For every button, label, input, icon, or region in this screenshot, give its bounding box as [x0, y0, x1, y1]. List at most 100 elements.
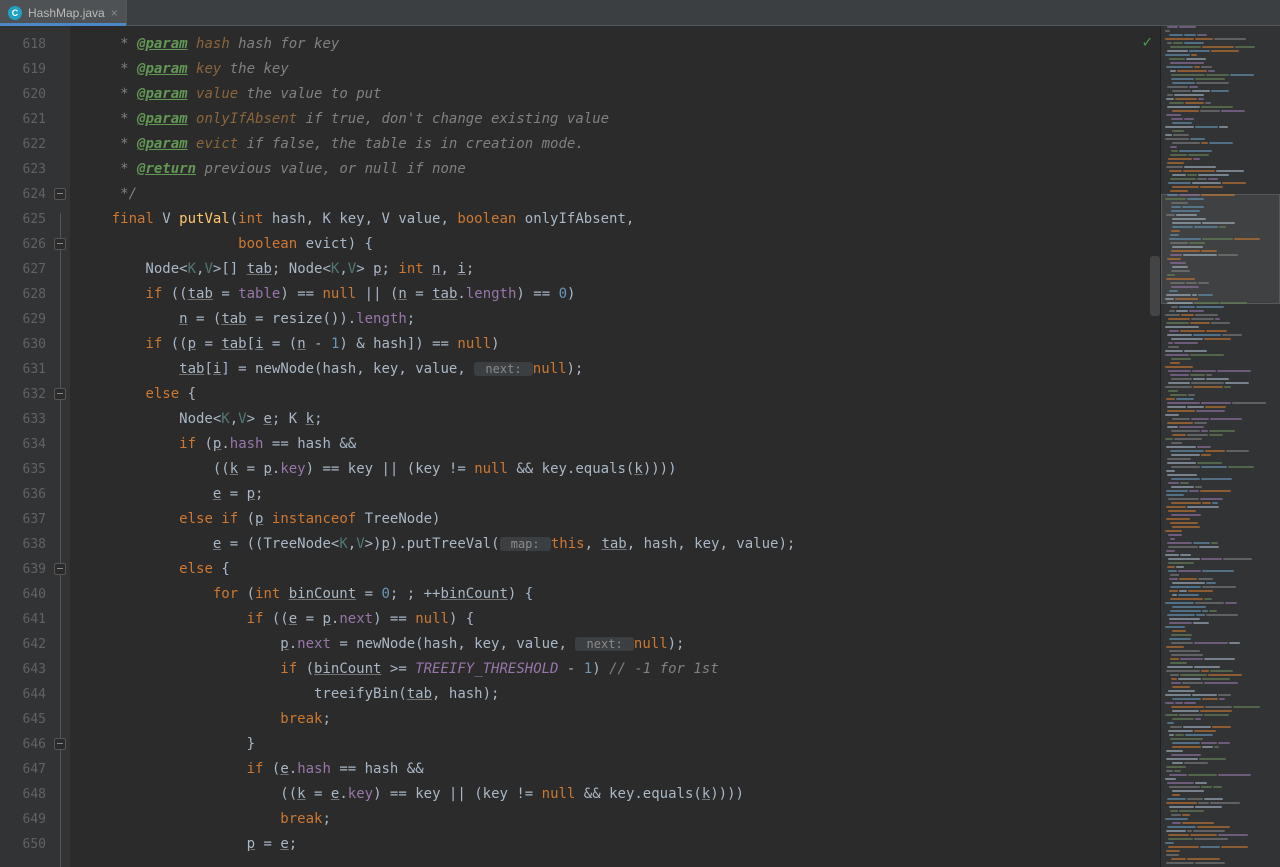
line-number: 641 — [0, 607, 46, 632]
minimap-line — [1163, 122, 1278, 125]
minimap-line — [1163, 142, 1278, 145]
fold-toggle-icon[interactable] — [54, 238, 66, 250]
fold-toggle-icon[interactable] — [54, 388, 66, 400]
code-line[interactable]: for (int binCount = 0; ; ++binCount) { — [78, 582, 1160, 607]
minimap-line — [1163, 730, 1278, 733]
minimap-line — [1163, 458, 1278, 461]
code-line[interactable]: ((k = e.key) == key || (key != null && k… — [78, 782, 1160, 807]
line-number: 637 — [0, 507, 46, 532]
code-line[interactable]: * @param value the value to put — [78, 82, 1160, 107]
line-number: 648 — [0, 782, 46, 807]
code-line[interactable]: if ((tab = table) == null || (n = tab.le… — [78, 282, 1160, 307]
code-line[interactable]: treeifyBin(tab, hash); — [78, 682, 1160, 707]
code-line[interactable]: if (p.hash == hash && — [78, 432, 1160, 457]
minimap-line — [1163, 386, 1278, 389]
code-line[interactable]: boolean evict) { — [78, 232, 1160, 257]
minimap-line — [1163, 394, 1278, 397]
minimap-line — [1163, 558, 1278, 561]
code-line[interactable]: p = e; — [78, 832, 1160, 857]
code-line[interactable]: else if (p instanceof TreeNode) — [78, 507, 1160, 532]
code-line[interactable]: break; — [78, 807, 1160, 832]
minimap-line — [1163, 762, 1278, 765]
minimap-line — [1163, 606, 1278, 609]
code-line[interactable]: * @return previous value, or null if non… — [78, 157, 1160, 182]
code-line[interactable]: if (e.hash == hash && — [78, 757, 1160, 782]
code-line[interactable]: } — [78, 732, 1160, 757]
minimap-line — [1163, 490, 1278, 493]
fold-toggle-icon[interactable] — [54, 563, 66, 575]
minimap-line — [1163, 562, 1278, 565]
code-line[interactable]: if ((e = p.next) == null) { — [78, 607, 1160, 632]
code-line[interactable]: p.next = newNode(hash, key, value, next:… — [78, 632, 1160, 657]
minimap-line — [1163, 750, 1278, 753]
minimap-line — [1163, 582, 1278, 585]
vertical-scrollbar-thumb[interactable] — [1150, 256, 1160, 316]
line-number: 638 — [0, 532, 46, 557]
code-line[interactable]: * @param onlyIfAbsent if true, don't cha… — [78, 107, 1160, 132]
minimap-line — [1163, 130, 1278, 133]
minimap-line — [1163, 854, 1278, 857]
line-number: 625 — [0, 207, 46, 232]
minimap-line — [1163, 166, 1278, 169]
minimap-line — [1163, 118, 1278, 121]
fold-toggle-icon[interactable] — [54, 738, 66, 750]
minimap-line — [1163, 586, 1278, 589]
editor-tab-hashmap[interactable]: C HashMap.java × — [0, 0, 127, 25]
code-line[interactable]: Node<K,V> e; K k; — [78, 407, 1160, 432]
minimap-line — [1163, 322, 1278, 325]
minimap-line — [1163, 846, 1278, 849]
code-line[interactable]: e = p; — [78, 482, 1160, 507]
minimap-line — [1163, 450, 1278, 453]
code-line[interactable]: final V putVal(int hash, K key, V value,… — [78, 207, 1160, 232]
minimap-line — [1163, 838, 1278, 841]
minimap-line — [1163, 554, 1278, 557]
code-line[interactable]: * @param key the key — [78, 57, 1160, 82]
code-line[interactable]: if (binCount >= TREEIFY_THRESHOLD - 1) /… — [78, 657, 1160, 682]
line-number: 630 — [0, 332, 46, 357]
code-line[interactable]: ((k = p.key) == key || (key != null && k… — [78, 457, 1160, 482]
minimap-line — [1163, 618, 1278, 621]
code-line[interactable]: n = (tab = resize()).length; — [78, 307, 1160, 332]
fold-gutter[interactable] — [52, 26, 70, 867]
minimap-line — [1163, 578, 1278, 581]
line-number: 627 — [0, 257, 46, 282]
minimap-line — [1163, 378, 1278, 381]
fold-toggle-icon[interactable] — [54, 188, 66, 200]
analysis-ok-check-icon[interactable]: ✓ — [1142, 32, 1152, 51]
editor-area[interactable]: 6186196206216226236246256266276286296306… — [0, 26, 1280, 867]
close-icon[interactable]: × — [111, 7, 118, 19]
minimap-line — [1163, 798, 1278, 801]
code-line[interactable]: * @param evict if false, the table is in… — [78, 132, 1160, 157]
minimap-line — [1163, 510, 1278, 513]
minimap-line — [1163, 470, 1278, 473]
minimap-line — [1163, 34, 1278, 37]
line-number: 639 — [0, 557, 46, 582]
line-number: 644 — [0, 682, 46, 707]
code-line[interactable]: */ — [78, 182, 1160, 207]
code-line[interactable]: break; — [78, 707, 1160, 732]
minimap-line — [1163, 746, 1278, 749]
minimap-line — [1163, 678, 1278, 681]
minimap-line — [1163, 758, 1278, 761]
minimap-line — [1163, 754, 1278, 757]
code-line[interactable]: Node<K,V>[] tab; Node<K,V> p; int n, i; — [78, 257, 1160, 282]
code-line[interactable]: else { — [78, 557, 1160, 582]
minimap-line — [1163, 86, 1278, 89]
minimap-line — [1163, 422, 1278, 425]
code-line[interactable]: else { — [78, 382, 1160, 407]
code-line[interactable]: tab[i] = newNode(hash, key, value, next:… — [78, 357, 1160, 382]
code-line[interactable]: e = ((TreeNode<K,V>)p).putTreeVal( map: … — [78, 532, 1160, 557]
minimap-line — [1163, 318, 1278, 321]
minimap-line — [1163, 50, 1278, 53]
code-line[interactable]: * @param hash hash for key — [78, 32, 1160, 57]
minimap[interactable] — [1160, 26, 1280, 867]
minimap-line — [1163, 614, 1278, 617]
line-number-gutter: 6186196206216226236246256266276286296306… — [0, 26, 52, 867]
code-line[interactable]: if ((p = tab[i = (n - 1) & hash]) == nul… — [78, 332, 1160, 357]
minimap-line — [1163, 850, 1278, 853]
code-viewport[interactable]: * @param hash hash for key * @param key … — [70, 26, 1160, 867]
minimap-line — [1163, 498, 1278, 501]
minimap-line — [1163, 58, 1278, 61]
minimap-line — [1163, 814, 1278, 817]
minimap-line — [1163, 102, 1278, 105]
